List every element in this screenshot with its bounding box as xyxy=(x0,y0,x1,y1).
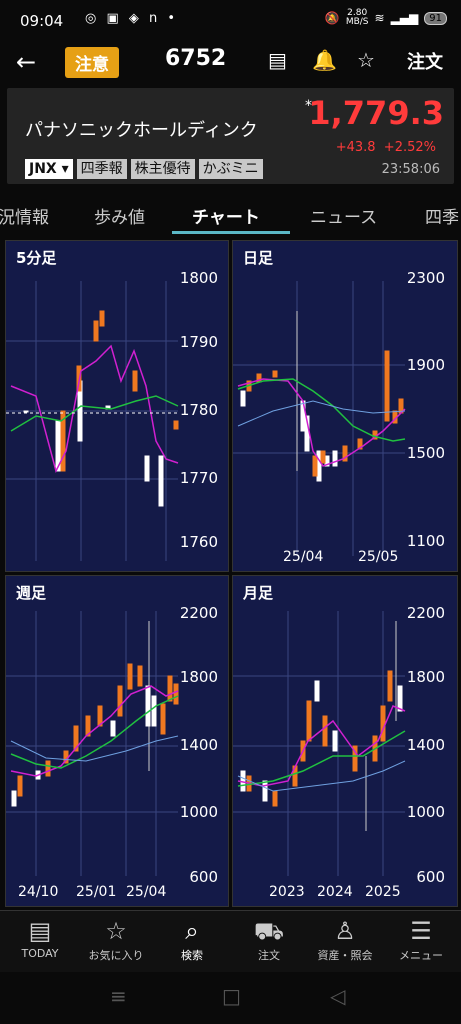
nav-label: TODAY xyxy=(21,947,59,960)
y-label: 1760 xyxy=(179,533,218,551)
y-label: 1800 xyxy=(406,668,445,686)
x-label: 25/04 xyxy=(283,549,324,565)
shikiho-tag[interactable]: 四季報 xyxy=(76,159,127,179)
nav-favorites[interactable]: ☆ お気に入り xyxy=(76,917,156,963)
star-icon: ☆ xyxy=(105,917,127,945)
y-label: 1900 xyxy=(406,356,445,374)
tab-chart[interactable]: チャート xyxy=(192,203,260,228)
back-arrow-icon[interactable]: ← xyxy=(16,48,36,76)
market-select[interactable]: JNX ▾ xyxy=(25,159,73,179)
chart-daily-svg xyxy=(233,281,406,556)
y-label: 1400 xyxy=(406,736,445,754)
battery-icon: 91 xyxy=(424,11,447,25)
chart-daily[interactable]: 日足 2300 1900 1500 1100 25/04 25/05 xyxy=(232,240,458,572)
notification-icons: ◎ ▣ ◈ n • xyxy=(85,11,179,26)
change-value: +43.8 xyxy=(335,140,376,155)
tab-shiki[interactable]: 四季 xyxy=(425,203,459,228)
tab-indicator xyxy=(172,231,290,234)
chart-monthly[interactable]: 月足 2200 1800 1400 1000 600 2023 2024 202… xyxy=(232,575,458,907)
y-label: 1800 xyxy=(179,269,218,287)
status-bar: 09:04 ◎ ▣ ◈ n • 🔕 2.80 MB/S ≋ ▂▄▆ 91 xyxy=(0,0,461,42)
tag-row: JNX ▾ 四季報 株主優待 かぶミニ xyxy=(25,159,263,179)
nav-label: メニュー xyxy=(399,949,443,962)
y-label: 1800 xyxy=(179,668,218,686)
y-label: 1780 xyxy=(179,401,218,419)
tab-ticks[interactable]: 歩み値 xyxy=(94,203,145,228)
y-label: 600 xyxy=(416,868,445,886)
tab-news[interactable]: ニュース xyxy=(310,203,377,228)
nav-label: 注文 xyxy=(258,949,280,962)
caution-badge: 注意 xyxy=(65,47,119,78)
y-label: 1000 xyxy=(179,803,218,821)
chart-title: 5分足 xyxy=(16,249,57,267)
y-label: 1790 xyxy=(179,333,218,351)
nav-today[interactable]: ▤ TODAY xyxy=(0,917,80,960)
nav-label: 資産・照会 xyxy=(317,949,373,962)
y-label: 2300 xyxy=(406,269,445,287)
clock: 09:04 xyxy=(20,12,64,30)
company-name: パナソニックホールディンク xyxy=(25,120,258,141)
quote-time: 23:58:06 xyxy=(381,162,440,177)
recents-icon[interactable]: ≡ xyxy=(110,984,127,1008)
nav-order[interactable]: ⛟ 注文 xyxy=(229,917,309,963)
x-label: 25/05 xyxy=(358,549,399,565)
chart-title: 週足 xyxy=(16,584,47,602)
current-price: 1,779.3 xyxy=(308,94,444,132)
x-label: 25/04 xyxy=(126,884,167,900)
back-icon[interactable]: ◁ xyxy=(330,984,345,1008)
y-label: 1000 xyxy=(406,803,445,821)
y-label: 1400 xyxy=(179,736,218,754)
x-label: 2024 xyxy=(317,884,353,900)
x-label: 2023 xyxy=(269,884,305,900)
menu-icon: ☰ xyxy=(410,917,432,945)
nav-label: お気に入り xyxy=(88,949,144,962)
nav-menu[interactable]: ☰ メニュー xyxy=(381,917,461,963)
x-label: 25/01 xyxy=(76,884,117,900)
price-change: +43.8 +2.52% xyxy=(336,140,436,155)
yutai-tag[interactable]: 株主優待 xyxy=(130,159,195,179)
y-label: 600 xyxy=(189,868,218,886)
mute-icon: 🔕 xyxy=(324,11,340,25)
change-percent: +2.52% xyxy=(383,140,436,155)
network-speed: 2.80 MB/S xyxy=(345,8,369,27)
system-navigation: ≡ □ ◁ xyxy=(0,972,461,1024)
chart-weekly[interactable]: 週足 2200 1800 1400 1000 600 24/10 25/01 2… xyxy=(5,575,229,907)
stock-code: 6752 xyxy=(165,46,227,71)
x-label: 2025 xyxy=(365,884,401,900)
document-icon: ▤ xyxy=(28,917,52,945)
app-header: ← 注意 6752 ▤ 🔔 ☆ 注文 xyxy=(0,42,461,82)
chart-title: 月足 xyxy=(243,584,274,602)
nav-search[interactable]: ⌕ 検索 xyxy=(152,917,232,963)
order-button[interactable]: 注文 xyxy=(407,48,443,74)
star-icon[interactable]: ☆ xyxy=(357,48,375,72)
bell-icon[interactable]: 🔔 xyxy=(312,48,337,72)
tab-info[interactable]: 況情報 xyxy=(0,203,49,228)
chart-title: 日足 xyxy=(243,249,274,267)
y-label: 2200 xyxy=(179,604,218,622)
nav-label: 検索 xyxy=(181,949,203,962)
chart-5min[interactable]: 5分足 1800 1790 1780 1770 1760 xyxy=(5,240,229,572)
cart-icon: ⛟ xyxy=(253,917,285,945)
document-icon[interactable]: ▤ xyxy=(268,48,287,72)
kabumini-tag[interactable]: かぶミニ xyxy=(198,159,263,179)
bottom-navigation: ▤ TODAY ☆ お気に入り ⌕ 検索 ⛟ 注文 ♙ 資産・照会 ☰ メニュー xyxy=(0,910,461,973)
y-label: 1770 xyxy=(179,469,218,487)
x-label: 24/10 xyxy=(18,884,59,900)
y-label: 1100 xyxy=(406,532,445,550)
tab-bar: 況情報 歩み値 チャート ニュース 四季 xyxy=(0,195,461,235)
nav-assets[interactable]: ♙ 資産・照会 xyxy=(305,917,385,963)
person-icon: ♙ xyxy=(334,917,356,945)
home-icon[interactable]: □ xyxy=(222,984,241,1008)
signal-icon: ▂▄▆ xyxy=(390,11,419,25)
wifi-icon: ≋ xyxy=(374,11,385,25)
y-label: 1500 xyxy=(406,444,445,462)
quote-panel: パナソニックホールディンク * 1,779.3 +43.8 +2.52% 23:… xyxy=(7,88,454,184)
search-icon: ⌕ xyxy=(185,917,199,945)
y-label: 2200 xyxy=(406,604,445,622)
system-icons: 🔕 2.80 MB/S ≋ ▂▄▆ 91 xyxy=(325,9,447,27)
